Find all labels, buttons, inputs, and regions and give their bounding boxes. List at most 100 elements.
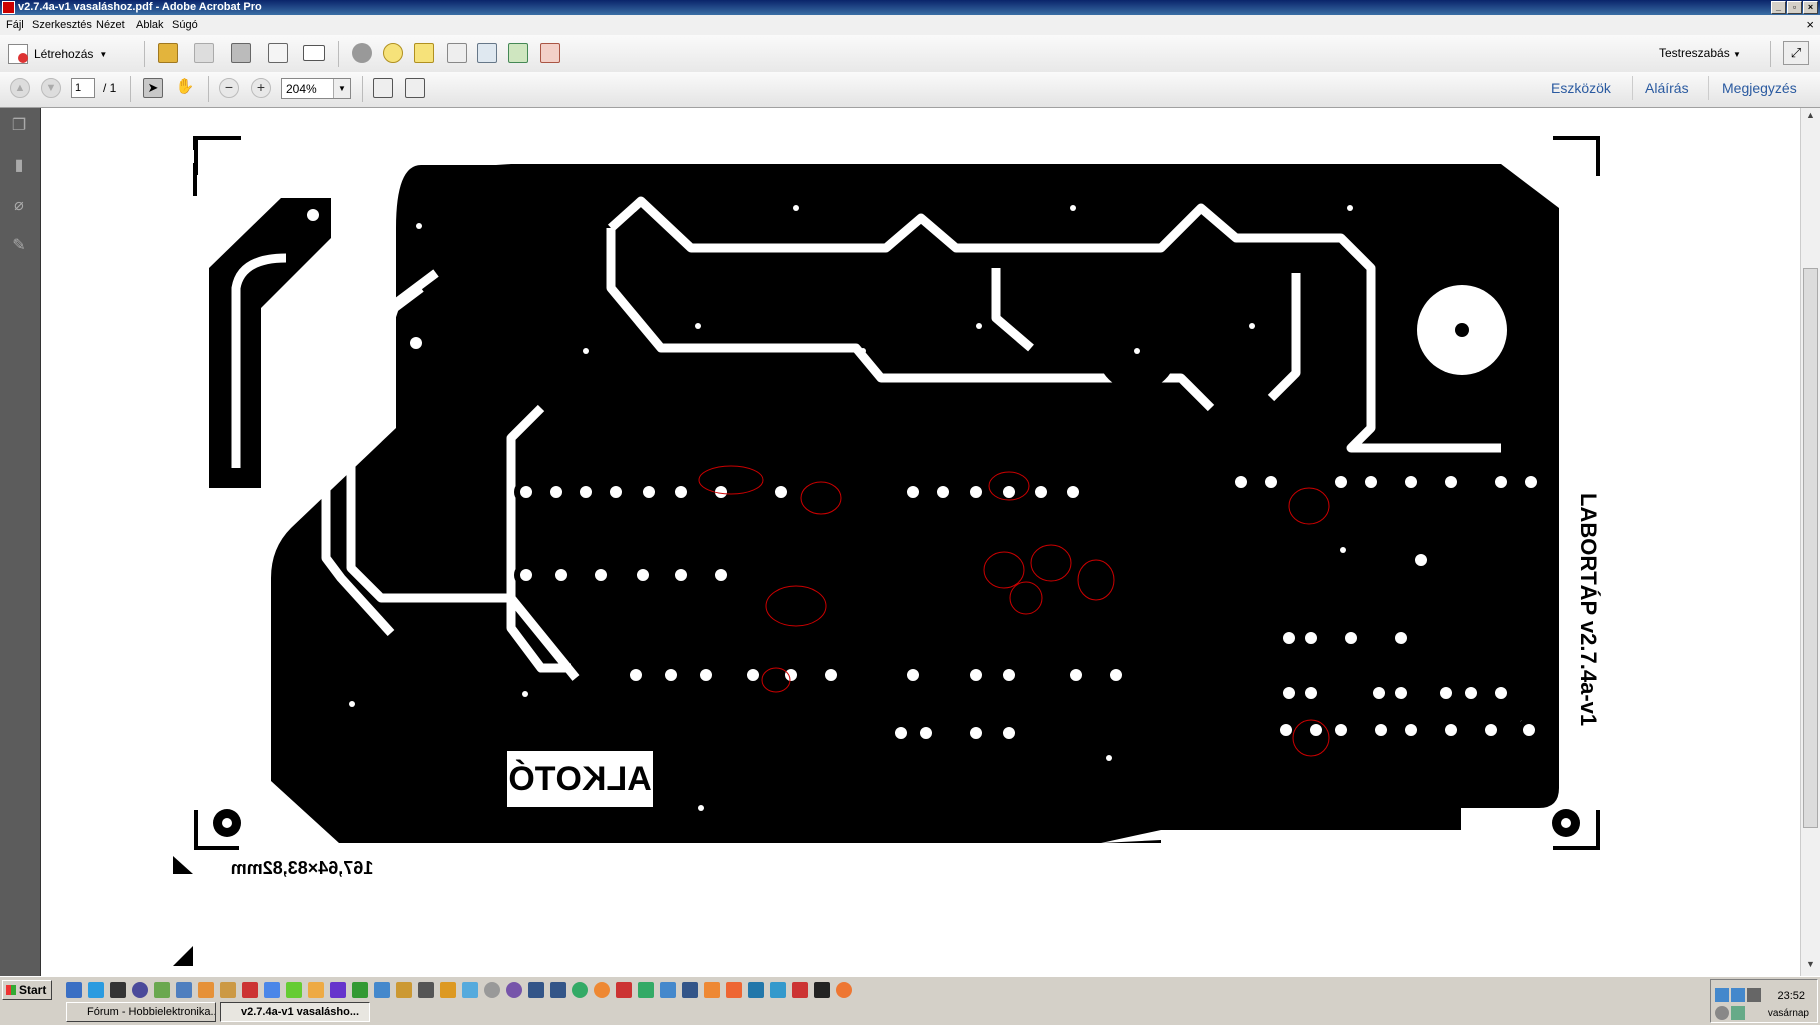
ie-icon[interactable]	[88, 982, 104, 998]
app-icon[interactable]	[704, 982, 720, 998]
full-screen-icon[interactable]	[405, 78, 425, 98]
app-icon[interactable]	[198, 982, 214, 998]
chevron-down-icon: ▼	[1733, 50, 1741, 59]
tab-tools[interactable]: Eszközök	[1551, 80, 1611, 96]
tab-comment[interactable]: Megjegyzés	[1722, 80, 1797, 96]
app-icon[interactable]	[462, 982, 478, 998]
tray-app-icon[interactable]	[1715, 1006, 1729, 1020]
customize-menu[interactable]: Testreszabás ▼	[1659, 46, 1741, 60]
app-icon[interactable]	[396, 982, 412, 998]
start-button[interactable]: Start	[2, 980, 52, 1000]
firefox-icon[interactable]	[836, 982, 852, 998]
app-icon[interactable]	[528, 982, 544, 998]
app-icon[interactable]	[616, 982, 632, 998]
document-viewport[interactable]: ALKOTÓ 167,64×83,82mm LABORTÁP v2.7.4a-v…	[41, 108, 1800, 976]
monitor-icon[interactable]	[1731, 988, 1745, 1002]
pcb-logo-text: ALKOTÓ	[508, 760, 652, 798]
create-pdf-icon	[8, 44, 28, 64]
fit-page-icon[interactable]	[373, 78, 393, 98]
bookmarks-icon[interactable]: ▮	[9, 156, 29, 176]
close-button[interactable]: ×	[1803, 1, 1818, 14]
hand-tool-icon[interactable]: ✋	[175, 78, 195, 98]
page-number-input[interactable]: 1	[71, 78, 95, 98]
app-icon[interactable]	[660, 982, 676, 998]
taskbar-window-forum[interactable]: Fórum - Hobbielektronika...	[66, 1002, 216, 1022]
app-icon[interactable]	[572, 982, 588, 998]
export-icon[interactable]	[508, 43, 528, 63]
app-icon[interactable]	[352, 982, 368, 998]
tab-sign[interactable]: Aláírás	[1645, 80, 1689, 96]
cmd-icon[interactable]	[110, 982, 126, 998]
review-icon[interactable]	[540, 43, 560, 63]
app-icon[interactable]	[286, 982, 302, 998]
network-icon[interactable]	[1715, 988, 1729, 1002]
taskbar-clock: 23:52	[1777, 990, 1805, 1002]
app-icon[interactable]	[594, 982, 610, 998]
previous-page-icon[interactable]: ▲	[10, 78, 30, 98]
vertical-scrollbar[interactable]: ▲ ▼	[1800, 108, 1820, 976]
navigation-toolbar	[0, 72, 1820, 108]
app-icon[interactable]	[484, 982, 500, 998]
app-icon[interactable]	[506, 982, 522, 998]
zoom-in-icon[interactable]: +	[251, 78, 271, 98]
media-icon[interactable]	[132, 982, 148, 998]
app-icon[interactable]	[748, 982, 764, 998]
create-button[interactable]: Létrehozás ▼	[8, 43, 107, 65]
signatures-icon[interactable]: ✎	[9, 236, 29, 256]
comment-icon[interactable]	[383, 43, 403, 63]
menu-edit[interactable]: Szerkesztés	[32, 19, 92, 31]
scroll-up-icon[interactable]: ▲	[1803, 110, 1818, 125]
attachments-icon[interactable]: ⌀	[9, 196, 29, 216]
app-icon[interactable]	[220, 982, 236, 998]
app-icon[interactable]	[308, 982, 324, 998]
volume-icon[interactable]	[1747, 988, 1761, 1002]
restore-button[interactable]: ▫	[1787, 1, 1802, 14]
expand-icon[interactable]: ⤢	[1783, 41, 1809, 65]
settings-icon[interactable]	[352, 43, 372, 63]
app-icon[interactable]	[550, 982, 566, 998]
page-thumbnails-icon[interactable]: ❐	[9, 116, 29, 136]
document-icon[interactable]	[447, 43, 467, 63]
scroll-down-icon[interactable]: ▼	[1803, 959, 1818, 974]
document-icon[interactable]	[176, 982, 192, 998]
app-icon[interactable]	[374, 982, 390, 998]
butterfly-icon[interactable]	[242, 982, 258, 998]
app-icon[interactable]	[638, 982, 654, 998]
scroll-thumb[interactable]	[1803, 268, 1818, 828]
system-tray: 23:52 vasárnap	[1710, 979, 1818, 1023]
windows-taskbar: Start Fórum - Hobbielektronika... v2.7.4…	[0, 976, 1820, 1025]
app-icon[interactable]	[726, 982, 742, 998]
app-icon[interactable]	[418, 982, 434, 998]
zoom-out-icon[interactable]: −	[219, 78, 239, 98]
chevron-down-icon[interactable]: ▼	[333, 79, 350, 98]
open-folder-icon[interactable]	[158, 43, 178, 63]
edit-icon[interactable]	[268, 43, 288, 63]
pcb-side-text: LABORTÁP v2.7.4a-v1	[1576, 493, 1601, 726]
select-tool-icon[interactable]: ➤	[143, 78, 163, 98]
print-icon[interactable]	[231, 43, 251, 63]
pcb-dimension-text: 167,64×83,82mm	[231, 858, 374, 878]
document-close-button[interactable]: ×	[1806, 17, 1814, 32]
app-icon[interactable]	[330, 982, 346, 998]
app-icon[interactable]	[440, 982, 456, 998]
taskbar-window-acrobat[interactable]: v2.7.4a-v1 vasalásho...	[220, 1002, 370, 1022]
menu-window[interactable]: Ablak	[136, 19, 164, 31]
stamp-icon[interactable]	[414, 43, 434, 63]
save-icon[interactable]	[194, 43, 214, 63]
scan-icon[interactable]	[477, 43, 497, 63]
network-icon[interactable]	[154, 982, 170, 998]
menu-view[interactable]: Nézet	[96, 19, 125, 31]
app-icon[interactable]	[814, 982, 830, 998]
tray-app-icon[interactable]	[1731, 1006, 1745, 1020]
email-icon[interactable]	[303, 45, 325, 61]
menu-help[interactable]: Súgó	[172, 19, 198, 31]
app-icon[interactable]	[770, 982, 786, 998]
zoom-select[interactable]: 204% ▼	[281, 78, 351, 99]
desktop-icon[interactable]	[66, 982, 82, 998]
minimize-button[interactable]: _	[1771, 1, 1786, 14]
menu-file[interactable]: Fájl	[6, 19, 24, 31]
app-icon[interactable]	[264, 982, 280, 998]
app-icon[interactable]	[682, 982, 698, 998]
app-icon[interactable]	[792, 982, 808, 998]
next-page-icon[interactable]: ▼	[41, 78, 61, 98]
